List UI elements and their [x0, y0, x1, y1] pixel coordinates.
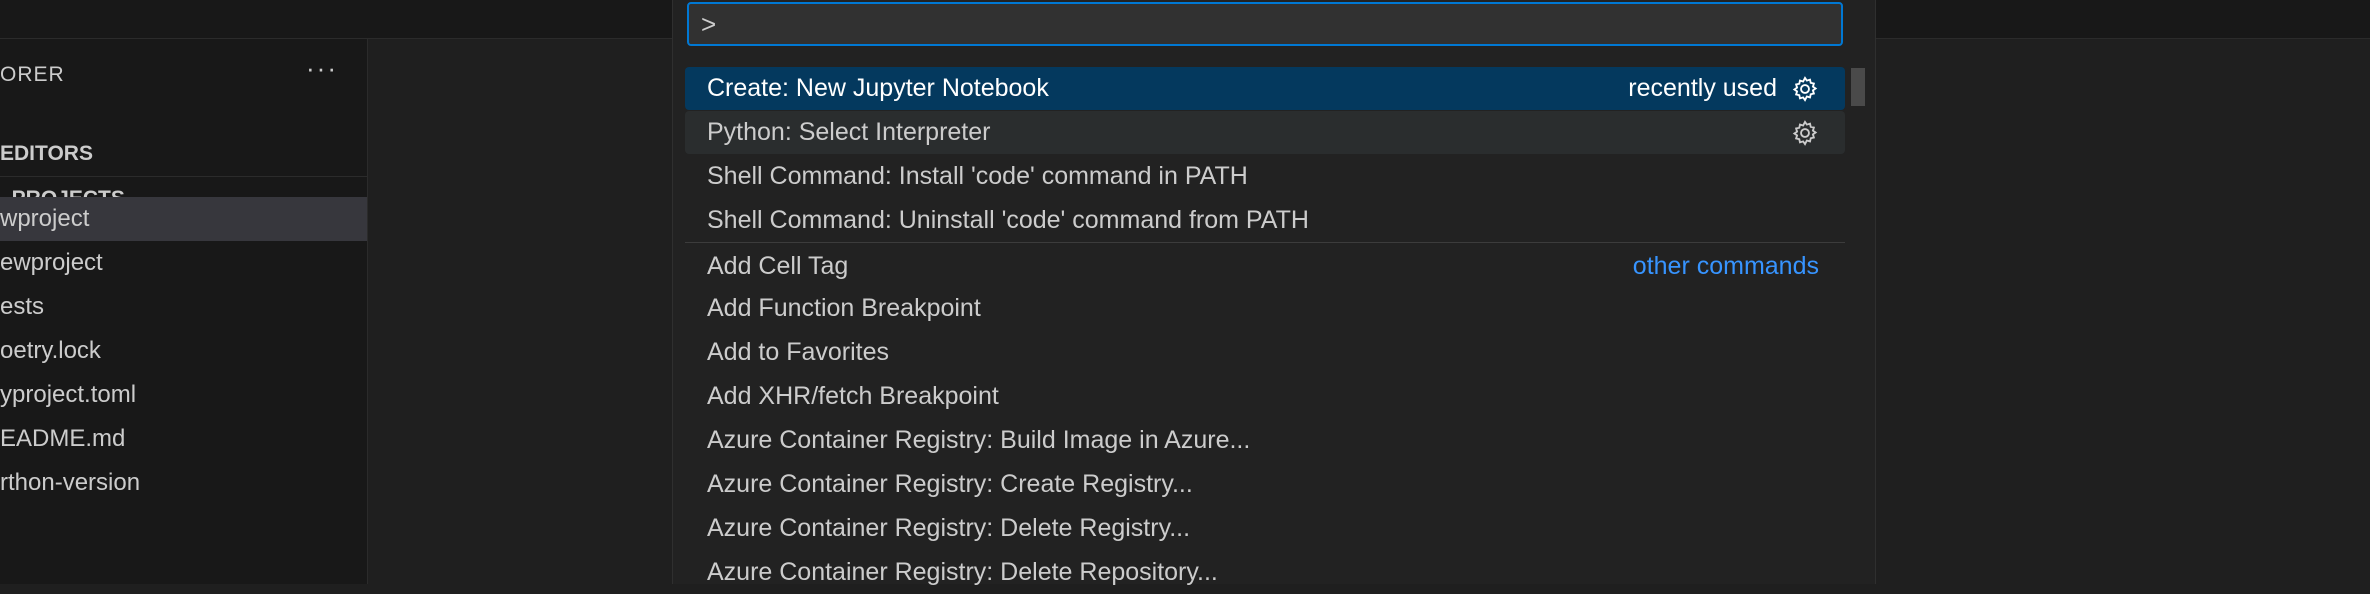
command-item[interactable]: Add to Favorites [685, 331, 1845, 374]
gear-icon[interactable] [1791, 119, 1819, 147]
command-label: Shell Command: Uninstall 'code' command … [707, 206, 1309, 234]
recently-used-label: recently used [1628, 74, 1777, 102]
command-item[interactable]: Create: New Jupyter Notebook recently us… [685, 67, 1845, 110]
command-label: Add Function Breakpoint [707, 294, 981, 322]
tree-item-project-folder[interactable]: ewproject [0, 241, 367, 285]
more-actions-icon[interactable]: ··· [306, 53, 338, 84]
scrollbar-thumb[interactable] [1851, 68, 1865, 106]
command-label: Create: New Jupyter Notebook [707, 74, 1049, 102]
command-label: Azure Container Registry: Delete Registr… [707, 514, 1191, 542]
tree-item-project[interactable]: wproject [0, 197, 367, 241]
command-item[interactable]: Add XHR/fetch Breakpoint [685, 375, 1845, 418]
command-label: Azure Container Registry: Create Registr… [707, 470, 1193, 498]
tree-item-poetry-lock[interactable]: oetry.lock [0, 329, 367, 373]
command-palette: Create: New Jupyter Notebook recently us… [672, 0, 1876, 586]
tree-item-pyproject[interactable]: yproject.toml [0, 373, 367, 417]
tree-item-python-version[interactable]: rthon-version [0, 461, 367, 505]
command-item[interactable]: Shell Command: Uninstall 'code' command … [685, 199, 1845, 242]
other-commands-label: other commands [1632, 252, 1819, 280]
command-label: Azure Container Registry: Build Image in… [707, 426, 1251, 454]
tree-item-tests[interactable]: ests [0, 285, 367, 329]
command-label: Add Cell Tag [707, 252, 849, 280]
command-label: Add to Favorites [707, 338, 890, 366]
command-item[interactable]: Python: Select Interpreter [685, 111, 1845, 154]
command-item[interactable]: Azure Container Registry: Delete Registr… [685, 507, 1845, 550]
command-item[interactable]: Azure Container Registry: Create Registr… [685, 463, 1845, 506]
command-item[interactable]: Add Cell Tag other commands [685, 245, 1845, 288]
command-item[interactable]: Shell Command: Install 'code' command in… [685, 155, 1845, 198]
open-editors-section[interactable]: EDITORS [0, 132, 367, 176]
section-divider [685, 242, 1845, 243]
command-item[interactable]: Azure Container Registry: Delete Reposit… [685, 551, 1845, 594]
command-input[interactable] [687, 2, 1843, 46]
explorer-header: ORER [0, 63, 65, 86]
command-label: Azure Container Registry: Delete Reposit… [707, 558, 1218, 586]
tree-item-readme[interactable]: EADME.md [0, 417, 367, 461]
command-label: Shell Command: Install 'code' command in… [707, 162, 1248, 190]
command-item[interactable]: Add Function Breakpoint [685, 287, 1845, 330]
explorer-sidebar: ORER ··· EDITORS _PROJECTS wproject ewpr… [0, 39, 368, 584]
command-label: Python: Select Interpreter [707, 118, 991, 146]
command-item[interactable]: Azure Container Registry: Build Image in… [685, 419, 1845, 462]
command-label: Add XHR/fetch Breakpoint [707, 382, 999, 410]
gear-icon[interactable] [1791, 75, 1819, 103]
